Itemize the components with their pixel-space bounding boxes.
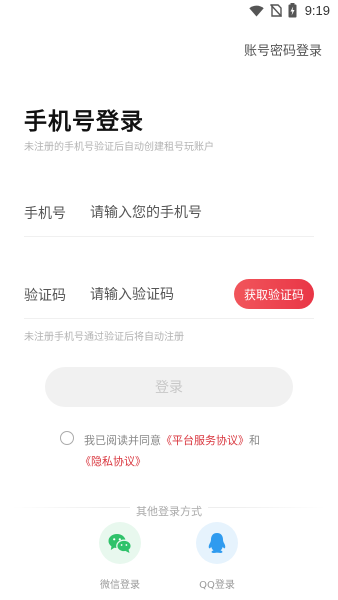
page-subtitle: 未注册的手机号验证后自动创建租号玩账户: [24, 142, 214, 153]
agreement-line-1: 我已阅读并同意《平台服务协议》和: [84, 430, 286, 451]
phone-field-row: 手机号: [24, 190, 314, 237]
code-label: 验证码: [24, 288, 66, 304]
qq-login-button[interactable]: QQ登录: [187, 522, 247, 591]
agreement-radio[interactable]: [60, 431, 74, 445]
qq-icon-circle: [196, 522, 238, 564]
page-title: 手机号登录: [24, 109, 144, 135]
code-field-row: 验证码 获取验证码: [24, 272, 314, 319]
agreement-line-2: 《隐私协议》: [80, 451, 286, 472]
other-login-title: 其他登录方式: [0, 500, 338, 519]
qq-login-label: QQ登录: [199, 580, 235, 591]
login-button[interactable]: 登录: [45, 367, 293, 407]
wechat-icon: [108, 533, 132, 553]
status-icons: 9:19: [248, 3, 330, 18]
account-password-login-link[interactable]: 账号密码登录: [244, 40, 322, 59]
phone-label: 手机号: [24, 206, 66, 222]
wechat-login-button[interactable]: 微信登录: [90, 522, 150, 591]
battery-charging-icon: [288, 3, 297, 18]
status-time: 9:19: [304, 3, 330, 18]
agreement-and: 和: [249, 434, 260, 447]
wifi-icon: [248, 5, 264, 16]
agreement-prefix: 我已阅读并同意: [84, 434, 161, 447]
platform-agreement-link[interactable]: 《平台服务协议》: [161, 434, 249, 447]
status-bar: 9:19: [0, 0, 338, 24]
phone-input[interactable]: [90, 205, 314, 221]
get-code-button[interactable]: 获取验证码: [234, 279, 314, 309]
privacy-agreement-link[interactable]: 《隐私协议》: [80, 455, 146, 468]
wechat-icon-circle: [99, 522, 141, 564]
other-login-title-text: 其他登录方式: [130, 505, 208, 518]
no-sim-icon: [269, 4, 282, 17]
agreement: 我已阅读并同意《平台服务协议》和 《隐私协议》: [60, 430, 286, 472]
register-hint: 未注册手机号通过验证后将自动注册: [24, 332, 184, 343]
qq-icon: [208, 533, 226, 553]
login-page: 9:19 账号密码登录 手机号登录 未注册的手机号验证后自动创建租号玩账户 手机…: [0, 0, 338, 600]
wechat-login-label: 微信登录: [100, 580, 140, 591]
